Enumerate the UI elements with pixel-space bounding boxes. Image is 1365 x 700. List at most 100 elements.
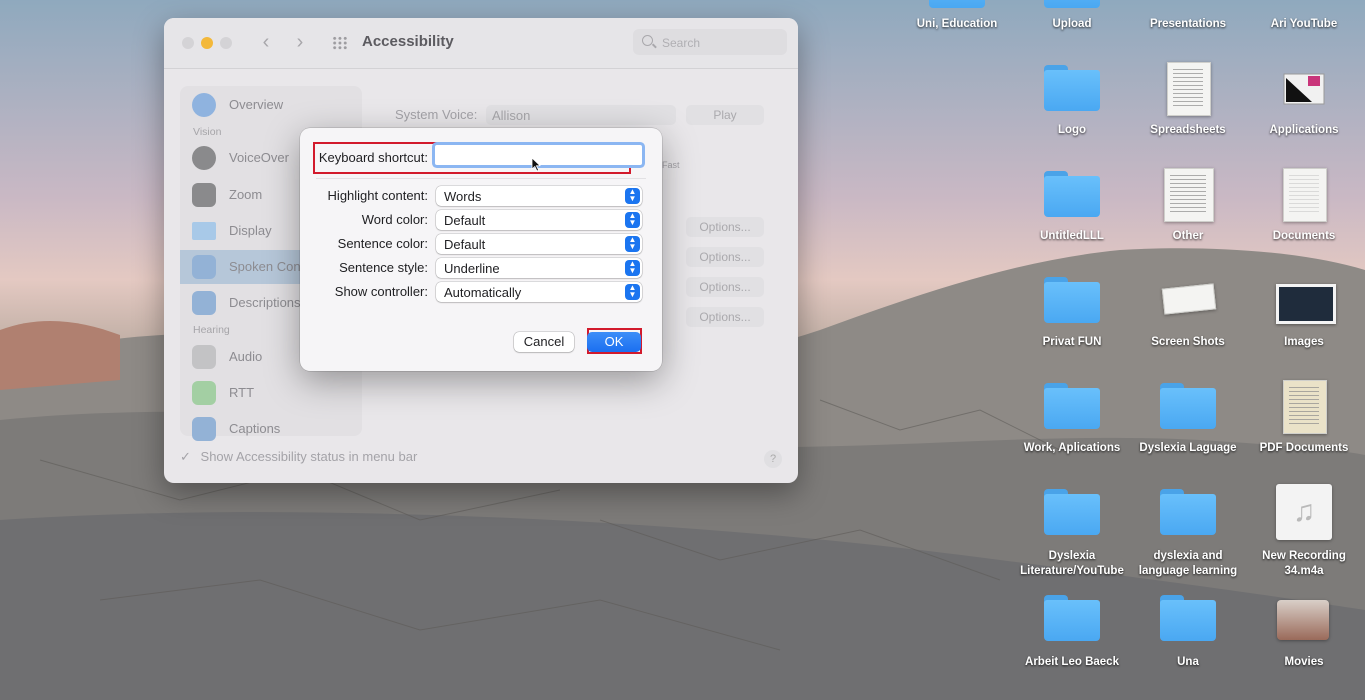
sidebar-item-label: Display [229,223,272,238]
desktop-icon-new-recording[interactable]: ♫ New Recording 34.m4a [1246,484,1362,581]
desktop-icon-logo[interactable]: Logo [1014,62,1130,142]
cancel-button[interactable]: Cancel [514,332,574,352]
desktop-icon-dyslexia-laguage[interactable]: Dyslexia Laguage [1130,380,1246,460]
chevron-updown-icon: ▲ ▼ [625,284,640,300]
desktop-icon-upload[interactable]: Upload [1014,0,1130,40]
highlight-content-value: Words [444,189,482,204]
desktop-icon-documents[interactable]: Documents [1246,168,1362,248]
folder-icon [1044,277,1100,323]
search-field[interactable]: Search [633,29,787,55]
sidebar-item-label: Descriptions [229,295,301,310]
show-controller-popup[interactable]: Automatically ▲ ▼ [436,282,642,302]
desktop-icon-other[interactable]: Other [1130,168,1246,248]
ok-button[interactable]: OK [587,332,641,352]
back-arrow-icon[interactable]: ‹ [256,31,276,54]
window-titlebar: ‹ › Accessibility Search [164,18,798,69]
desktop-icon-movies[interactable]: Movies [1246,592,1362,672]
folder-icon [1044,595,1100,641]
desktop-icon-images[interactable]: Images [1246,274,1362,354]
desktop-icon-label: Documents [1272,230,1336,242]
minimize-window-button[interactable] [201,37,213,49]
desktop-icon-work-aplications[interactable]: Work, Aplications [1014,380,1130,460]
desktop-icon-label: PDF Documents [1259,442,1349,454]
desktop-icon-untitledlll[interactable]: UntitledLLL [1014,168,1130,248]
spoken-content-icon [192,255,216,279]
sidebar-item-label: Overview [229,97,284,112]
desktop-icon-label: New Recording 34.m4a [1262,550,1346,577]
system-voice-label: System Voice: [395,107,478,122]
voiceover-icon [192,146,216,170]
desktop-icon-presentations[interactable]: Presentations [1130,0,1246,40]
spoken-content-options-dialog: Keyboard shortcut: Highlight content: Wo… [300,128,662,371]
word-color-popup[interactable]: Default ▲ ▼ [436,210,642,230]
sidebar-item-rtt[interactable]: RTT [192,379,362,407]
desktop-icon-spreadsheets[interactable]: Spreadsheets [1130,62,1246,142]
checkmark-icon: ✓ [180,449,191,464]
chevron-updown-icon: ▲ ▼ [625,212,640,228]
desktop-icon-uni-education[interactable]: Uni, Education [899,0,1015,40]
desktop-icon-label: Images [1284,336,1324,348]
desktop-icon-ari-youtube[interactable]: Ari YouTube [1246,0,1362,40]
desktop-icon-una[interactable]: Una [1130,592,1246,672]
show-controller-value: Automatically [444,285,522,300]
status-menu-bar-label: Show Accessibility status in menu bar [200,449,418,464]
desktop-icon-arbeit-leo-baeck[interactable]: Arbeit Leo Baeck [1014,592,1130,672]
desktop-icon-pdf-documents[interactable]: PDF Documents [1246,380,1362,460]
desktop-icon-privat-fun[interactable]: Privat FUN [1014,274,1130,354]
highlight-content-label: Highlight content: [327,188,428,203]
applications-icon [1283,73,1325,105]
sidebar-item-overview[interactable]: Overview [192,91,362,119]
screenshots-icon [1161,283,1217,315]
movies-icon [1277,600,1329,640]
desktop-icon-label: Movies [1284,656,1324,668]
system-voice-select[interactable]: Allison [486,105,676,125]
document-icon [1167,62,1211,116]
search-icon [642,35,653,46]
image-thumbnail-icon [1276,284,1336,324]
chevron-updown-icon: ▲ ▼ [625,236,640,252]
close-window-button[interactable] [182,37,194,49]
dialog-separator [316,178,646,179]
system-voice-value: Allison [492,108,531,123]
audio-icon [192,345,216,369]
captions-icon [192,417,216,441]
sidebar-item-label: VoiceOver [229,150,289,165]
options-button-2[interactable]: Options... [686,247,764,267]
desktop-icon-dyslexia-literature[interactable]: Dyslexia Literature/YouTube [1014,486,1130,581]
desktop-icon-dyslexia-language-learning[interactable]: dyslexia and language learning [1130,486,1246,581]
music-note-icon: ♫ [1276,484,1332,540]
show-all-grid-icon[interactable] [332,36,348,50]
play-button[interactable]: Play [686,105,764,125]
desktop-icon-label: Uni, Education [916,18,998,30]
options-button-1[interactable]: Options... [686,217,764,237]
desktop-icon-screen-shots[interactable]: Screen Shots [1130,274,1246,354]
desktop-icon-applications[interactable]: Applications [1246,62,1362,142]
options-button-4[interactable]: Options... [686,307,764,327]
sentence-color-popup[interactable]: Default ▲ ▼ [436,234,642,254]
help-button[interactable]: ? [764,450,782,468]
desktop-icon-label: Dyslexia Literature/YouTube [1020,550,1124,577]
sentence-style-value: Underline [444,261,500,276]
desktop-icon-label: Other [1172,230,1204,242]
sidebar-item-captions[interactable]: Captions [192,415,362,443]
overview-icon [192,93,216,117]
mouse-pointer-icon [531,157,541,172]
folder-icon [1160,383,1216,429]
status-menu-bar-checkbox[interactable]: ✓ Show Accessibility status in menu bar [180,449,417,465]
display-icon [192,222,216,240]
zoom-window-button[interactable] [220,37,232,49]
pdf-document-icon [1283,380,1327,434]
highlight-content-popup[interactable]: Words ▲ ▼ [436,186,642,206]
forward-arrow-icon[interactable]: › [290,31,310,54]
chevron-updown-icon: ▲ ▼ [625,260,640,276]
descriptions-icon [192,291,216,315]
desktop-icon-label: Screen Shots [1151,336,1225,348]
sentence-style-popup[interactable]: Underline ▲ ▼ [436,258,642,278]
search-placeholder: Search [662,36,701,50]
desktop-icon-label: Upload [1052,18,1092,30]
desktop-icon-label: Logo [1057,124,1087,136]
folder-icon [1044,65,1100,111]
sidebar-section-hearing: Hearing [193,324,230,336]
options-button-3[interactable]: Options... [686,277,764,297]
desktop-icon-label: Work, Aplications [1023,442,1121,454]
